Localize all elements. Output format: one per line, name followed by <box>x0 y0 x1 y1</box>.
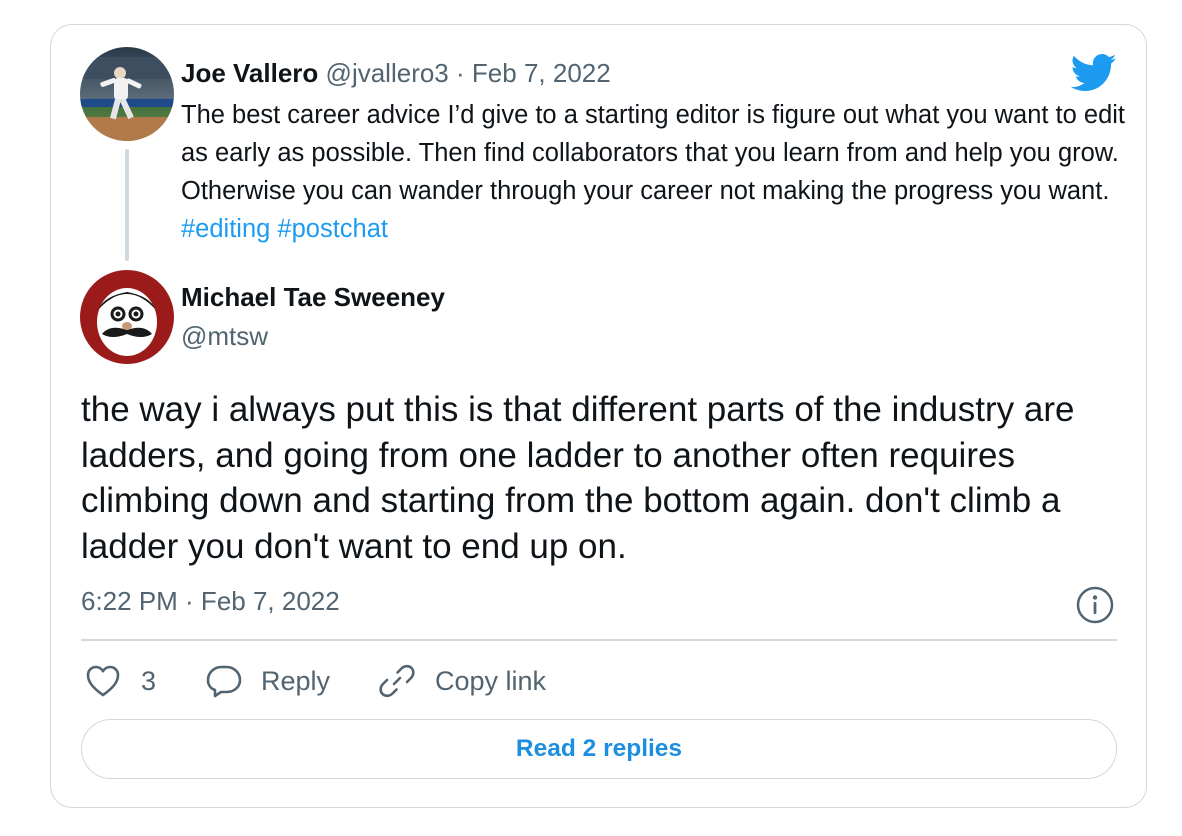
parent-tweet-header: Joe Vallero @jvallero3 · Feb 7, 2022 <box>181 57 611 89</box>
reply-button[interactable]: Reply <box>205 663 330 699</box>
link-icon <box>379 664 415 698</box>
main-tweet-text: the way i always put this is that differ… <box>81 390 1075 566</box>
hashtag-link[interactable]: #postchat <box>277 215 388 243</box>
main-author-name[interactable]: Michael Tae Sweeney <box>181 281 445 313</box>
parent-tweet-date[interactable]: Feb 7, 2022 <box>472 58 611 88</box>
hashtag-link[interactable]: #editing <box>181 215 270 243</box>
info-icon[interactable] <box>1075 585 1115 625</box>
parent-tweet-text: The best career advice I’d give to a sta… <box>181 96 1131 248</box>
twitter-bird-icon[interactable] <box>1070 53 1117 93</box>
parent-tweet-body: The best career advice I’d give to a sta… <box>181 101 1126 205</box>
main-author-avatar[interactable] <box>80 270 174 364</box>
parent-author-handle[interactable]: @jvallero3 <box>326 58 449 88</box>
like-count: 3 <box>141 665 157 696</box>
reply-label: Reply <box>261 665 331 696</box>
speech-bubble-icon <box>206 665 242 698</box>
like-button[interactable]: 3 <box>85 663 156 699</box>
header-separator: · <box>456 58 465 88</box>
parent-author-name[interactable]: Joe Vallero <box>181 58 318 88</box>
tweet-timestamp[interactable]: 6:22 PM · Feb 7, 2022 <box>81 585 340 617</box>
heart-icon <box>86 665 120 697</box>
embedded-tweet-card: Joe Vallero @jvallero3 · Feb 7, 2022 The… <box>50 24 1147 808</box>
parent-author-avatar[interactable] <box>80 47 174 141</box>
copy-link-label: Copy link <box>435 665 547 696</box>
copy-link-button[interactable]: Copy link <box>377 663 546 699</box>
thread-connector-line <box>125 149 129 261</box>
main-author-handle[interactable]: @mtsw <box>181 320 268 352</box>
read-replies-button[interactable]: Read 2 replies <box>81 719 1117 779</box>
actions-divider <box>81 639 1117 641</box>
